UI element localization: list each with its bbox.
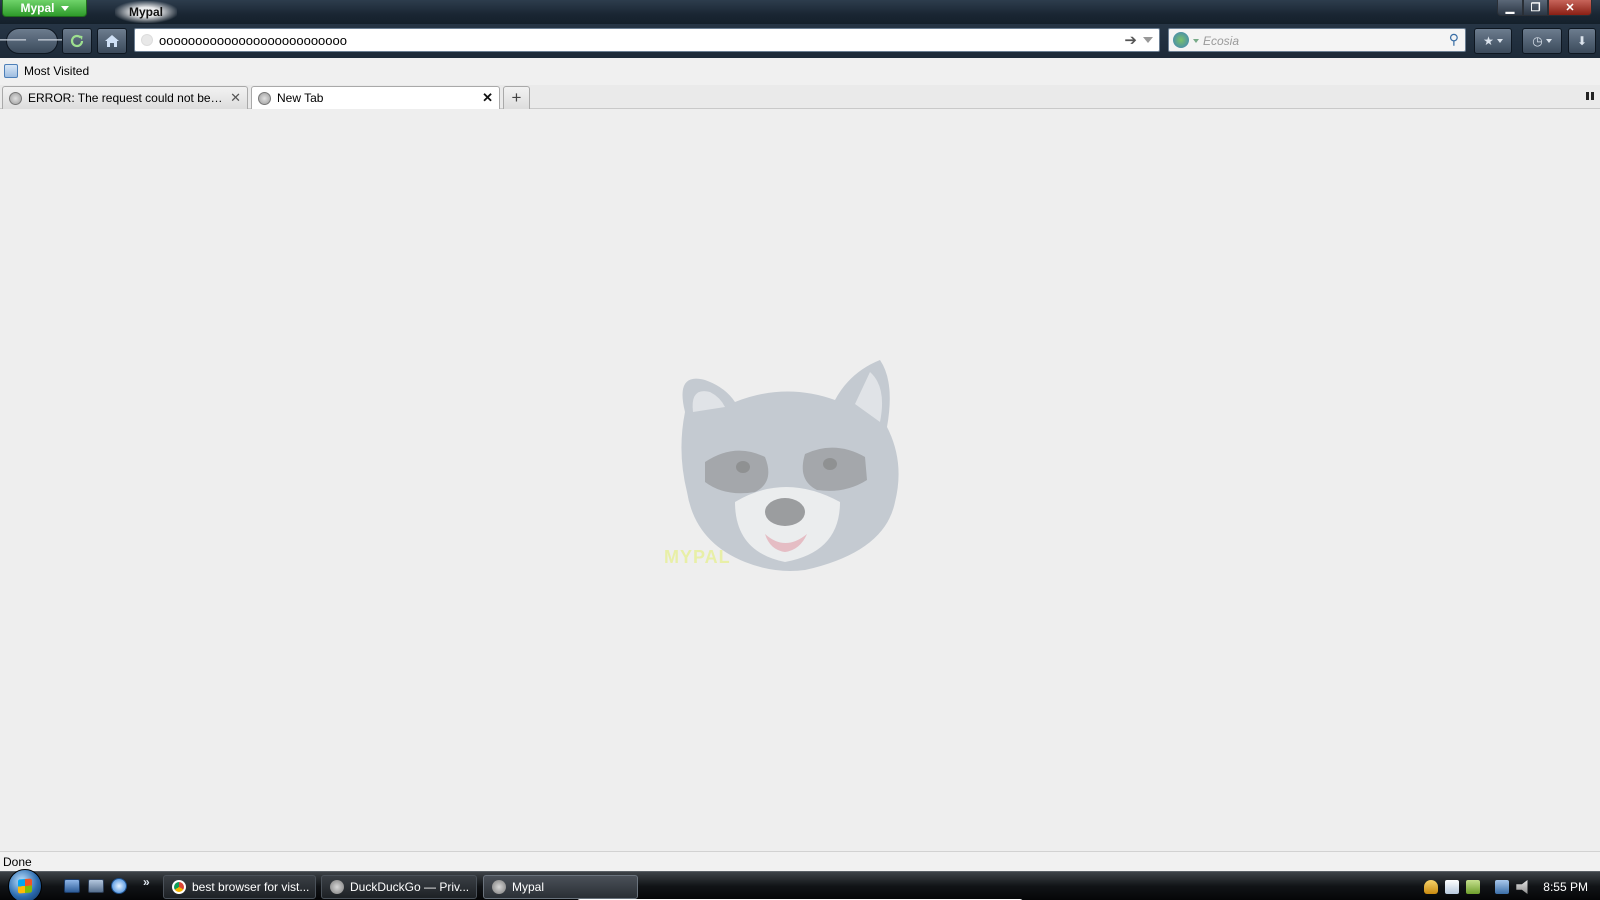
home-icon [105, 35, 119, 47]
raccoon-mascot-icon [681, 360, 899, 571]
go-arrow-icon[interactable]: ➔ [1124, 31, 1137, 49]
globe-icon [9, 91, 22, 105]
reload-icon [70, 34, 84, 48]
reload-button[interactable] [62, 28, 92, 54]
app-menu-button[interactable]: Mypal [2, 0, 87, 17]
show-desktop-icon[interactable] [64, 879, 80, 893]
tab-label: ERROR: The request could not be sati... [28, 91, 225, 105]
back-forward-buttons: 🡐 🡒 [0, 28, 79, 54]
window-controls: ▁ ❐ ✕ [1497, 0, 1592, 16]
bookmark-folder-icon [4, 64, 18, 78]
magnifier-icon[interactable]: ⚲ [1449, 31, 1459, 48]
taskbar-button-mypal[interactable]: Mypal [483, 875, 638, 899]
internet-explorer-icon[interactable] [111, 878, 127, 894]
downloads-button[interactable]: ⬇ [1568, 28, 1596, 54]
mypal-globe-icon [492, 880, 506, 894]
taskbar-button-chrome[interactable]: best browser for vist... [163, 875, 316, 899]
history-menu-button[interactable]: ◷ [1522, 28, 1562, 54]
bookmark-most-visited[interactable]: Most Visited [4, 64, 89, 78]
taskbar-button-duckduckgo[interactable]: DuckDuckGo — Priv... [321, 875, 477, 899]
taskbar-button-label: Mypal [512, 880, 545, 894]
chrome-icon [172, 880, 186, 894]
minimize-button[interactable]: ▁ [1497, 0, 1523, 16]
bookmarks-menu-button[interactable]: ★ [1474, 28, 1512, 54]
window-title: Mypal [115, 1, 178, 23]
site-identity-icon[interactable] [141, 34, 153, 46]
mypal-globe-icon [330, 880, 344, 894]
tab-error-page[interactable]: ERROR: The request could not be sati... … [2, 86, 248, 109]
tab-bar: ERROR: The request could not be sati... … [0, 85, 1600, 109]
app-menu-label: Mypal [20, 1, 55, 15]
close-tab-icon[interactable]: ✕ [482, 90, 493, 106]
chevron-down-icon [1545, 39, 1552, 43]
bookmarks-toolbar: Most Visited [0, 58, 1600, 85]
url-bar[interactable]: ➔ [134, 28, 1160, 52]
new-tab-button[interactable]: + [503, 86, 530, 109]
windows-start-orb-icon[interactable] [8, 869, 42, 900]
mascot-caption: MYPAL [664, 547, 731, 567]
chevron-down-icon [1496, 39, 1503, 43]
search-input[interactable] [1203, 31, 1433, 50]
bookmark-label: Most Visited [24, 64, 90, 78]
globe-icon [258, 91, 271, 105]
network-icon[interactable] [1495, 880, 1510, 894]
all-tabs-menu-icon[interactable] [1586, 92, 1594, 100]
taskbar-button-label: best browser for vist... [192, 880, 310, 894]
plus-icon: + [511, 88, 522, 107]
close-icon: ✕ [1565, 2, 1575, 14]
security-shield-icon[interactable] [1424, 880, 1439, 894]
clock[interactable]: 8:55 PM [1543, 880, 1588, 894]
taskbar-button-label: DuckDuckGo — Priv... [350, 880, 470, 894]
chevron-down-icon [60, 5, 69, 11]
title-bar: Mypal Mypal ▁ ❐ ✕ [0, 0, 1600, 24]
close-tab-icon[interactable]: ✕ [230, 90, 241, 106]
download-arrow-icon: ⬇ [1576, 34, 1588, 48]
url-history-dropdown-icon[interactable] [1143, 37, 1153, 43]
windows-logo-icon [18, 878, 32, 894]
navigation-toolbar: 🡐 🡒 ➔ ⚲ ★ ◷ ⬇ [0, 24, 1600, 58]
status-text: Done [3, 855, 32, 869]
search-engine-dropdown-icon[interactable] [1193, 39, 1199, 43]
search-bar[interactable]: ⚲ [1168, 28, 1466, 52]
volume-icon[interactable] [1516, 880, 1528, 894]
home-button[interactable] [97, 28, 127, 54]
messenger-icon[interactable] [1445, 880, 1460, 894]
close-window-button[interactable]: ✕ [1548, 0, 1592, 16]
tab-new-tab[interactable]: New Tab ✕ [251, 86, 500, 109]
page-content: MYPAL [0, 109, 1600, 851]
minimize-icon: ▁ [1505, 2, 1515, 14]
history-clock-icon: ◷ [1532, 34, 1543, 48]
update-icon[interactable] [1466, 880, 1481, 894]
ecosia-globe-icon[interactable] [1173, 32, 1189, 48]
back-arrow-icon[interactable]: 🡐 [0, 28, 32, 54]
system-tray: 8:55 PM [1414, 874, 1600, 900]
bookmarks-star-icon: ★ [1483, 34, 1494, 48]
url-input[interactable] [159, 30, 1099, 50]
restore-button[interactable]: ❐ [1523, 0, 1548, 16]
switch-windows-icon[interactable] [88, 879, 104, 893]
quick-launch-more-icon[interactable]: » [143, 875, 150, 889]
restore-icon: ❐ [1530, 2, 1541, 14]
status-bar: Done [0, 851, 1600, 871]
tab-label: New Tab [277, 91, 324, 105]
taskbar: » best browser for vist... DuckDuckGo — … [0, 869, 1600, 900]
